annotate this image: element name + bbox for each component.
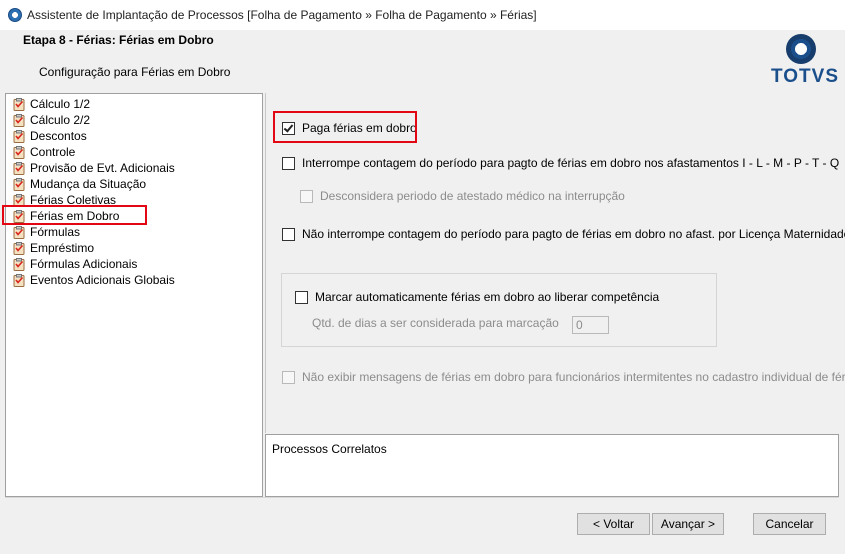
tree-item[interactable]: Fórmulas Adicionais: [13, 256, 137, 272]
tree-item[interactable]: Cálculo 2/2: [13, 112, 90, 128]
step-tree: Cálculo 1/2 Cálculo 2/2 Descontos Contro…: [5, 93, 263, 497]
interrompe-label: Interrompe contagem do período para pagt…: [302, 156, 840, 170]
tree-item[interactable]: Cálculo 1/2: [13, 96, 90, 112]
tree-item-label: Descontos: [30, 129, 87, 143]
checkbox[interactable]: [295, 290, 308, 304]
tree-item-label: Cálculo 2/2: [30, 113, 91, 127]
clipboard-checklist-icon: [13, 177, 25, 191]
brand-logo-text: TOTVS: [771, 66, 839, 87]
tree-item-label: Fórmulas: [30, 225, 81, 239]
nao-interrompe-label: Não interrompe contagem do período para …: [302, 227, 845, 241]
clipboard-checklist-icon: [13, 145, 25, 159]
tree-item[interactable]: Eventos Adicionais Globais: [13, 272, 175, 288]
processos-correlatos-label: Processos Correlatos: [272, 442, 387, 456]
checkbox[interactable]: [282, 156, 295, 170]
clipboard-checklist-icon: [13, 273, 25, 287]
tree-item-label: Cálculo 1/2: [30, 97, 91, 111]
clipboard-checklist-icon: [13, 225, 25, 239]
tree-item-label: Controle: [30, 145, 76, 159]
back-button[interactable]: < Voltar: [577, 513, 650, 535]
totvs-logo-icon: [786, 34, 816, 64]
desconsidera-checkbox: Desconsidera periodo de atestado médico …: [300, 189, 625, 203]
qtd-dias-label: Qtd. de dias a ser considerada para marc…: [312, 316, 559, 330]
tree-item[interactable]: Mudança da Situação: [13, 176, 146, 192]
step-title: Etapa 8 - Férias: Férias em Dobro: [23, 33, 214, 47]
tree-item[interactable]: Provisão de Evt. Adicionais: [13, 160, 175, 176]
tree-item[interactable]: Descontos: [13, 128, 87, 144]
tree-item[interactable]: Fórmulas: [13, 224, 80, 240]
tree-item-label: Eventos Adicionais Globais: [30, 273, 175, 287]
auto-marcacao-group: [281, 273, 717, 347]
clipboard-checklist-icon: [13, 257, 25, 271]
nao-exibir-label: Não exibir mensagens de férias em dobro …: [302, 370, 845, 384]
clipboard-checklist-icon: [13, 241, 25, 255]
marcar-auto-label: Marcar automaticamente férias em dobro a…: [315, 290, 660, 304]
option-highlight-box: [273, 111, 417, 143]
interrompe-checkbox[interactable]: Interrompe contagem do período para pagt…: [282, 156, 839, 170]
clipboard-checklist-icon: [13, 113, 25, 127]
checkbox-disabled: [282, 370, 295, 384]
selection-highlight-box: [2, 205, 147, 225]
nao-exibir-checkbox: Não exibir mensagens de férias em dobro …: [282, 370, 845, 384]
checkbox-disabled: [300, 189, 313, 203]
footer-divider: [5, 497, 839, 498]
tree-item-label: Mudança da Situação: [30, 177, 147, 191]
clipboard-checklist-icon: [13, 97, 25, 111]
tree-item-label: Fórmulas Adicionais: [30, 257, 138, 271]
desconsidera-label: Desconsidera periodo de atestado médico …: [320, 189, 625, 203]
next-button[interactable]: Avançar >: [652, 513, 724, 535]
clipboard-checklist-icon: [13, 129, 25, 143]
qtd-dias-input: 0: [572, 316, 609, 334]
tree-item-label: Empréstimo: [30, 241, 95, 255]
clipboard-checklist-icon: [13, 161, 25, 175]
app-logo-icon: [8, 8, 22, 22]
step-subtitle: Configuração para Férias em Dobro: [39, 65, 231, 79]
tree-item[interactable]: Controle: [13, 144, 75, 160]
tree-item-label: Provisão de Evt. Adicionais: [30, 161, 175, 175]
checkbox[interactable]: [282, 227, 295, 241]
tree-item[interactable]: Empréstimo: [13, 240, 94, 256]
window-title: Assistente de Implantação de Processos […: [27, 8, 537, 22]
marcar-auto-checkbox[interactable]: Marcar automaticamente férias em dobro a…: [295, 290, 659, 304]
cancel-button[interactable]: Cancelar: [753, 513, 826, 535]
nao-interrompe-checkbox[interactable]: Não interrompe contagem do período para …: [282, 227, 845, 241]
